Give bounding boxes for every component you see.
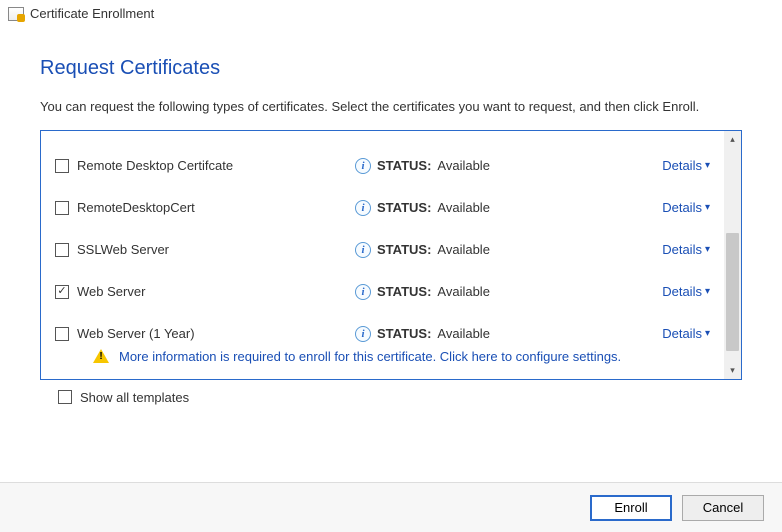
- cert-name: Remote Desktop Certifcate: [77, 158, 233, 173]
- checkbox-icon[interactable]: [58, 390, 72, 404]
- details-toggle[interactable]: Details ▾: [638, 242, 710, 257]
- info-icon: i: [355, 242, 371, 258]
- scroll-thumb[interactable]: [726, 233, 739, 351]
- details-toggle[interactable]: Details ▾: [638, 200, 710, 215]
- chevron-down-icon: ▾: [705, 244, 710, 255]
- info-icon: i: [355, 158, 371, 174]
- scroll-track[interactable]: [724, 148, 741, 362]
- scrollbar[interactable]: ▴ ▾: [724, 131, 741, 379]
- checkbox-icon[interactable]: [55, 243, 69, 257]
- certificate-row[interactable]: RemoteDesktopCert i STATUS: Available De…: [41, 187, 724, 229]
- certificate-row[interactable]: ✓ Web Server i STATUS: Available Details…: [41, 271, 724, 313]
- titlebar: Certificate Enrollment: [0, 0, 782, 27]
- status-label: STATUS:: [377, 158, 431, 173]
- cert-name: Web Server (1 Year): [77, 326, 195, 341]
- details-toggle[interactable]: Details ▾: [638, 284, 710, 299]
- chevron-down-icon: ▾: [705, 328, 710, 339]
- details-label: Details: [662, 284, 702, 299]
- show-all-templates[interactable]: Show all templates: [58, 390, 742, 405]
- scroll-up-icon[interactable]: ▴: [724, 131, 741, 148]
- cert-name: Web Server: [77, 284, 145, 299]
- warning-link[interactable]: More information is required to enroll f…: [119, 349, 621, 364]
- details-label: Details: [662, 158, 702, 173]
- status-value: Available: [437, 158, 490, 173]
- info-icon: i: [355, 326, 371, 342]
- content-area: Request Certificates You can request the…: [0, 27, 782, 405]
- cancel-button[interactable]: Cancel: [682, 495, 764, 521]
- info-icon: i: [355, 200, 371, 216]
- checkbox-icon[interactable]: [55, 159, 69, 173]
- warning-row: More information is required to enroll f…: [41, 349, 724, 370]
- status-label: STATUS:: [377, 326, 431, 341]
- status-value: Available: [437, 326, 490, 341]
- info-icon: i: [355, 284, 371, 300]
- checkbox-icon[interactable]: [55, 327, 69, 341]
- chevron-down-icon: ▾: [705, 286, 710, 297]
- certificate-list-container: Remote Desktop Certifcate i STATUS: Avai…: [40, 130, 742, 380]
- cert-name: RemoteDesktopCert: [77, 200, 195, 215]
- details-toggle[interactable]: Details ▾: [638, 158, 710, 173]
- details-label: Details: [662, 200, 702, 215]
- details-label: Details: [662, 242, 702, 257]
- certificate-list: Remote Desktop Certifcate i STATUS: Avai…: [41, 131, 724, 379]
- details-label: Details: [662, 326, 702, 341]
- status-value: Available: [437, 200, 490, 215]
- certificate-row[interactable]: Remote Desktop Certifcate i STATUS: Avai…: [41, 145, 724, 187]
- enroll-button[interactable]: Enroll: [590, 495, 672, 521]
- status-label: STATUS:: [377, 284, 431, 299]
- certificate-row[interactable]: SSLWeb Server i STATUS: Available Detail…: [41, 229, 724, 271]
- details-toggle[interactable]: Details ▾: [638, 326, 710, 341]
- cert-name: SSLWeb Server: [77, 242, 169, 257]
- status-label: STATUS:: [377, 200, 431, 215]
- status-value: Available: [437, 242, 490, 257]
- cert-enroll-icon: [8, 7, 24, 21]
- show-all-label: Show all templates: [80, 390, 189, 405]
- scroll-down-icon[interactable]: ▾: [724, 362, 741, 379]
- chevron-down-icon: ▾: [705, 160, 710, 171]
- chevron-down-icon: ▾: [705, 202, 710, 213]
- footer-bar: Enroll Cancel: [0, 482, 782, 532]
- checkbox-icon[interactable]: [55, 201, 69, 215]
- page-description: You can request the following types of c…: [40, 98, 742, 116]
- status-value: Available: [437, 284, 490, 299]
- page-heading: Request Certificates: [40, 57, 742, 80]
- warning-icon: [93, 349, 109, 363]
- checkbox-icon[interactable]: ✓: [55, 285, 69, 299]
- window-title: Certificate Enrollment: [30, 6, 154, 21]
- status-label: STATUS:: [377, 242, 431, 257]
